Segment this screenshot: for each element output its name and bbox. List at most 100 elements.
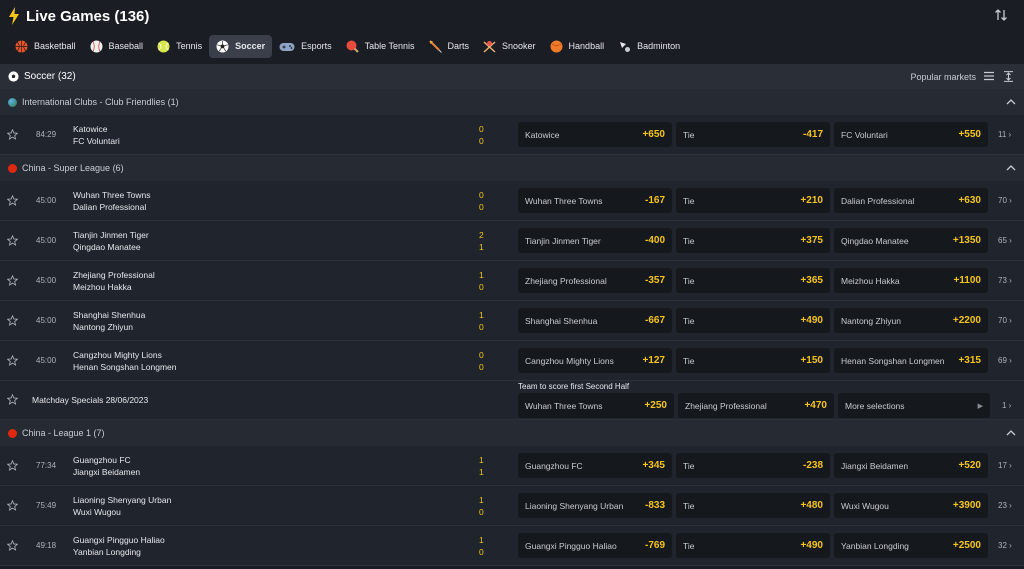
more-markets-link[interactable]: 69 › bbox=[998, 356, 1012, 365]
league-header[interactable]: International Clubs - Club Friendlies (1… bbox=[0, 89, 1024, 115]
specials-title[interactable]: Matchday Specials 28/06/2023 bbox=[32, 395, 148, 405]
odds-label: Henan Songshan Longmen bbox=[841, 355, 945, 366]
odds-button-tie[interactable]: Tie +480 bbox=[676, 493, 830, 518]
odds-label: Tie bbox=[683, 500, 695, 511]
odds-button-away[interactable]: Henan Songshan Longmen +315 bbox=[834, 348, 988, 373]
odds-button-home[interactable]: Liaoning Shenyang Urban -833 bbox=[518, 493, 672, 518]
league-header[interactable]: China - League 1 (7) bbox=[0, 420, 1024, 446]
odds-value: +1350 bbox=[952, 235, 981, 246]
star-icon[interactable] bbox=[7, 394, 18, 405]
tab-table-tennis[interactable]: Table Tennis bbox=[339, 35, 422, 58]
more-markets-link[interactable]: 70 › bbox=[998, 316, 1012, 325]
more-markets-link[interactable]: 23 › bbox=[998, 501, 1012, 510]
more-markets-link[interactable]: 17 › bbox=[998, 461, 1012, 470]
home-team[interactable]: Cangzhou Mighty Lions bbox=[73, 350, 162, 360]
home-team[interactable]: Tianjin Jinmen Tiger bbox=[73, 230, 149, 240]
odds-button-away[interactable]: Meizhou Hakka +1100 bbox=[834, 268, 988, 293]
more-markets-link[interactable]: 11 › bbox=[998, 130, 1011, 139]
popular-markets-link[interactable]: Popular markets bbox=[910, 72, 976, 82]
more-markets-link[interactable]: 73 › bbox=[998, 276, 1012, 285]
odds-button-tie[interactable]: Tie +490 bbox=[676, 308, 830, 333]
tab-darts[interactable]: Darts bbox=[422, 35, 477, 58]
odds-button-home[interactable]: Wuhan Three Towns -167 bbox=[518, 188, 672, 213]
away-team[interactable]: FC Voluntari bbox=[73, 136, 120, 146]
tab-snooker[interactable]: Snooker bbox=[476, 35, 543, 58]
more-selections-button[interactable]: More selections ▶ bbox=[838, 393, 990, 418]
odds-button-tie[interactable]: Tie +150 bbox=[676, 348, 830, 373]
star-icon[interactable] bbox=[7, 540, 18, 551]
home-team[interactable]: Wuhan Three Towns bbox=[73, 190, 151, 200]
odds-button-home[interactable]: Shanghai Shenhua -667 bbox=[518, 308, 672, 333]
odds-label: Tie bbox=[683, 275, 695, 286]
star-icon[interactable] bbox=[7, 129, 18, 140]
home-score: 1 bbox=[479, 270, 484, 280]
home-team[interactable]: Zhejiang Professional bbox=[73, 270, 155, 280]
odds-button-special-2[interactable]: Zhejiang Professional +470 bbox=[678, 393, 834, 418]
chevron-up-icon[interactable] bbox=[1006, 98, 1016, 106]
odds-button-tie[interactable]: Tie +210 bbox=[676, 188, 830, 213]
away-team[interactable]: Yanbian Longding bbox=[73, 547, 141, 557]
odds-button-special-1[interactable]: Wuhan Three Towns +250 bbox=[518, 393, 674, 418]
odds-button-away[interactable]: FC Voluntari +550 bbox=[834, 122, 988, 147]
odds-button-away[interactable]: Jiangxi Beidamen +520 bbox=[834, 453, 988, 478]
odds-button-home[interactable]: Guangxi Pingguo Haliao -769 bbox=[518, 533, 672, 558]
tab-baseball[interactable]: Baseball bbox=[83, 35, 151, 58]
tab-handball[interactable]: Handball bbox=[543, 35, 612, 58]
tab-tennis[interactable]: Tennis bbox=[150, 35, 209, 58]
odds-button-home[interactable]: Cangzhou Mighty Lions +127 bbox=[518, 348, 672, 373]
odds-button-home[interactable]: Guangzhou FC +345 bbox=[518, 453, 672, 478]
odds-button-away[interactable]: Qingdao Manatee +1350 bbox=[834, 228, 988, 253]
away-team[interactable]: Dalian Professional bbox=[73, 202, 146, 212]
tab-badminton[interactable]: Badminton bbox=[611, 35, 687, 58]
tab-esports[interactable]: Esports bbox=[272, 35, 339, 58]
star-icon[interactable] bbox=[7, 500, 18, 511]
home-team[interactable]: Guangxi Pingguo Haliao bbox=[73, 535, 165, 545]
away-team[interactable]: Henan Songshan Longmen bbox=[73, 362, 177, 372]
star-icon[interactable] bbox=[7, 355, 18, 366]
odds-button-home[interactable]: Katowice +650 bbox=[518, 122, 672, 147]
sort-icon[interactable] bbox=[994, 8, 1008, 22]
odds-button-away[interactable]: Wuxi Wugou +3900 bbox=[834, 493, 988, 518]
away-team[interactable]: Wuxi Wugou bbox=[73, 507, 121, 517]
more-markets-link[interactable]: 1 › bbox=[1002, 401, 1011, 410]
more-markets-link[interactable]: 32 › bbox=[998, 541, 1012, 550]
home-team[interactable]: Shanghai Shenhua bbox=[73, 310, 145, 320]
odds-button-away[interactable]: Dalian Professional +630 bbox=[834, 188, 988, 213]
odds-value: -167 bbox=[644, 195, 665, 206]
match-row: 77:34 Guangzhou FC Jiangxi Beidamen 1 1 … bbox=[0, 446, 1024, 486]
star-icon[interactable] bbox=[7, 235, 18, 246]
away-team[interactable]: Nantong Zhiyun bbox=[73, 322, 133, 332]
tab-basketball[interactable]: Basketball bbox=[8, 35, 83, 58]
away-team[interactable]: Qingdao Manatee bbox=[73, 242, 141, 252]
chevron-up-icon[interactable] bbox=[1006, 164, 1016, 172]
star-icon[interactable] bbox=[7, 460, 18, 471]
odds-label: More selections bbox=[845, 400, 905, 411]
star-icon[interactable] bbox=[7, 315, 18, 326]
more-markets-link[interactable]: 70 › bbox=[998, 196, 1012, 205]
home-score: 2 bbox=[479, 230, 484, 240]
odds-button-home[interactable]: Zhejiang Professional -357 bbox=[518, 268, 672, 293]
away-team[interactable]: Jiangxi Beidamen bbox=[73, 467, 140, 477]
collapse-all-icon[interactable] bbox=[1004, 71, 1013, 82]
odds-button-away[interactable]: Yanbian Longding +2500 bbox=[834, 533, 988, 558]
odds-button-tie[interactable]: Tie +365 bbox=[676, 268, 830, 293]
odds-button-away[interactable]: Nantong Zhiyun +2200 bbox=[834, 308, 988, 333]
chevron-up-icon[interactable] bbox=[1006, 429, 1016, 437]
away-team[interactable]: Meizhou Hakka bbox=[73, 282, 132, 292]
star-icon[interactable] bbox=[7, 195, 18, 206]
odds-button-home[interactable]: Tianjin Jinmen Tiger -400 bbox=[518, 228, 672, 253]
more-markets-link[interactable]: 65 › bbox=[998, 236, 1012, 245]
home-score: 0 bbox=[479, 190, 484, 200]
star-icon[interactable] bbox=[7, 275, 18, 286]
tab-soccer[interactable]: Soccer bbox=[209, 34, 273, 58]
odds-button-tie[interactable]: Tie +375 bbox=[676, 228, 830, 253]
list-view-icon[interactable] bbox=[984, 71, 994, 81]
home-team[interactable]: Liaoning Shenyang Urban bbox=[73, 495, 171, 505]
odds-button-tie[interactable]: Tie -238 bbox=[676, 453, 830, 478]
odds-button-tie[interactable]: Tie +490 bbox=[676, 533, 830, 558]
away-score: 0 bbox=[479, 136, 484, 146]
home-team[interactable]: Guangzhou FC bbox=[73, 455, 131, 465]
odds-button-tie[interactable]: Tie -417 bbox=[676, 122, 830, 147]
home-team[interactable]: Katowice bbox=[73, 124, 108, 134]
league-header[interactable]: China - Super League (6) bbox=[0, 155, 1024, 181]
